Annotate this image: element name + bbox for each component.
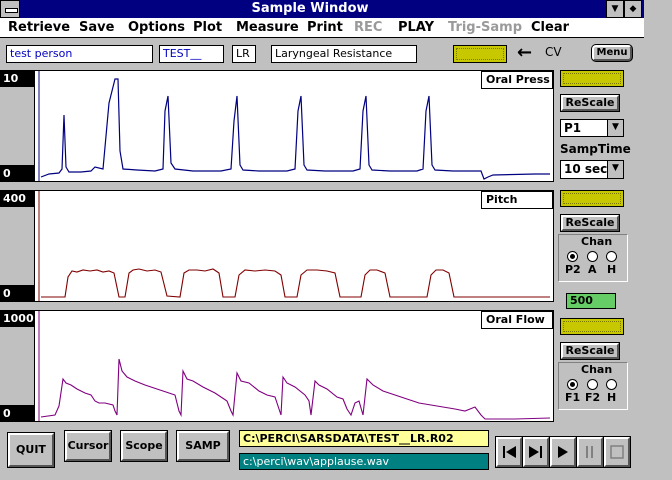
menu-options[interactable]: Options [128,20,185,35]
pitch-trace [41,268,550,298]
menu-clear[interactable]: Clear [531,20,569,35]
stop-button[interactable] [604,437,630,467]
pitch-option-p2: P2 [565,263,581,276]
menu-retrieve[interactable]: Retrieve [8,20,70,35]
skip-back-icon [503,446,516,458]
flow-channel-group: Chan F1 F2 H [558,362,628,410]
menu-rec: REC [354,20,383,35]
menu-measure[interactable]: Measure [236,20,299,35]
arrow-left-icon: ← [517,42,533,63]
flow-radio-f1[interactable] [567,379,578,390]
pressure-channel-value: P1 [564,121,582,135]
scope-button[interactable]: Scope [121,431,167,461]
samptime-select[interactable]: 10 sec ▼ [560,160,624,179]
pitch-channel-group: Chan P2 A H [558,234,628,282]
skip-forward-button[interactable] [523,437,549,467]
cursor-button[interactable]: Cursor [65,431,111,461]
oral-press-trace [40,78,550,180]
minimize-button[interactable]: ▼ [606,0,624,18]
system-menu-icon[interactable] [0,0,20,18]
flow-option-f1: F1 [565,391,581,404]
wav-file-path: c:\perci\wav\applause.wav [239,453,489,470]
oral-flow-title: Oral Flow [481,311,553,329]
oral-flow-trace [40,358,551,420]
flow-option-h: H [607,391,617,404]
pitch-scale-min[interactable]: 0 [0,285,34,302]
mode-field[interactable]: LR [232,45,256,63]
pitch-radio-p2[interactable] [567,251,578,262]
pause-icon [586,446,593,458]
pitch-chan-label: Chan [581,235,613,248]
restore-button[interactable]: ◆ [624,0,642,18]
oral-flow-scale-max[interactable]: 1000 [0,310,34,327]
pitch-rescale-button[interactable]: ReScale [561,215,619,231]
samptime-value: 10 sec [564,162,608,176]
samptime-label: SampTime [560,142,631,156]
samp-button[interactable]: SAMP [177,431,229,461]
flow-radio-f2[interactable] [587,379,598,390]
dropdown-arrow-icon[interactable]: ▼ [607,161,623,178]
stop-icon [610,445,624,459]
pitch-scale-max[interactable]: 400 [0,190,34,207]
menu-play[interactable]: PLAY [398,20,434,35]
flow-chan-label: Chan [581,363,613,376]
oral-flow-rescale-button[interactable]: ReScale [561,343,619,359]
oral-flow-scale-min[interactable]: 0 [0,405,34,422]
skip-back-button[interactable] [496,437,522,467]
pitch-chart [38,191,550,301]
skip-forward-icon [529,446,542,458]
pitch-option-h: H [607,263,617,276]
menu-bar: Retrieve Save Options Plot Measure Print… [0,18,644,38]
quit-button[interactable]: QUIT [8,433,54,467]
flow-option-f2: F2 [585,391,601,404]
oral-flow-chart [38,311,551,421]
pressure-channel-select[interactable]: P1 ▼ [560,119,624,137]
play-icon [558,446,568,458]
file-id-field[interactable]: TEST__ [159,45,224,63]
oral-press-plot: Oral Press [34,70,554,182]
oral-flow-indicator [560,318,624,335]
description-field[interactable]: Laryngeal Resistance [271,45,417,63]
menu-plot[interactable]: Plot [193,20,222,35]
oral-press-indicator [560,70,624,87]
pitch-value-field[interactable]: 500 [566,293,616,309]
menu-save[interactable]: Save [79,20,114,35]
oral-press-title: Oral Press [481,71,553,89]
menu-button[interactable]: Menu [592,45,632,61]
oral-press-rescale-button[interactable]: ReScale [561,95,619,111]
data-file-path: C:\PERCI\SARSDATA\TEST__LR.R02 [239,430,489,447]
pitch-indicator [560,190,624,207]
play-button[interactable] [550,437,576,467]
flow-radio-h[interactable] [606,379,617,390]
oral-press-chart [38,71,550,181]
cv-indicator [453,45,507,63]
oral-press-scale-max[interactable]: 10 [0,70,34,87]
menu-trig-samp: Trig-Samp [448,20,522,35]
pitch-option-a: A [588,263,597,276]
pitch-radio-a[interactable] [587,251,598,262]
subject-name-field[interactable]: test person [6,45,153,63]
dropdown-arrow-icon[interactable]: ▼ [607,120,623,136]
oral-press-scale-min[interactable]: 0 [0,165,34,182]
pitch-title: Pitch [481,191,553,209]
window-title: Sample Window [251,1,369,16]
pitch-plot: Pitch [34,190,554,302]
pitch-radio-h[interactable] [606,251,617,262]
oral-flow-plot: Oral Flow [34,310,554,422]
cv-label: CV [545,45,562,59]
menu-print[interactable]: Print [307,20,343,35]
pause-button[interactable] [577,437,603,467]
